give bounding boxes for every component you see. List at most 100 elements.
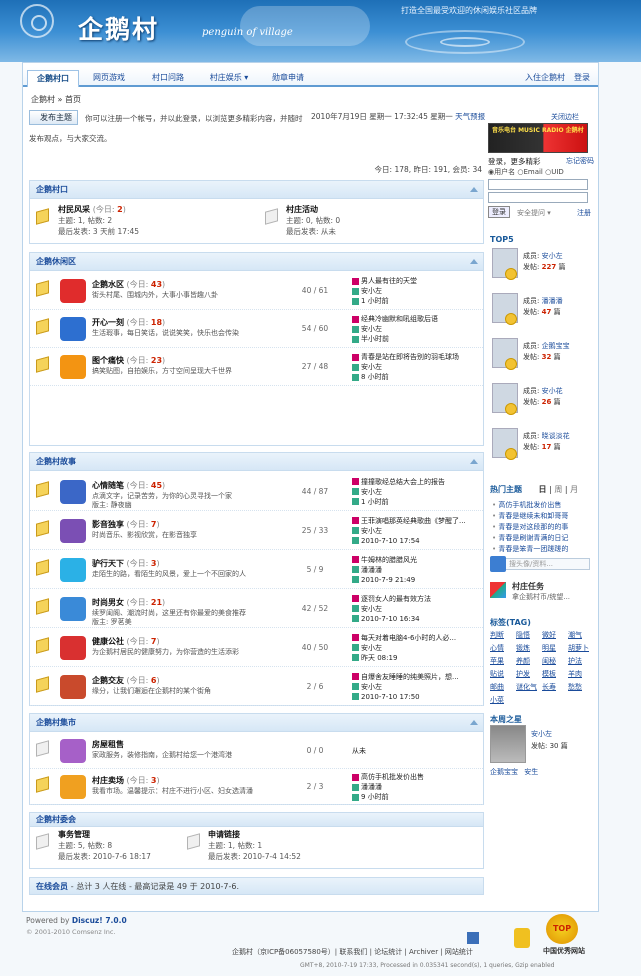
- hot-topic[interactable]: 青春是笨青一团蹉蹉的: [492, 544, 568, 555]
- forum-name[interactable]: 村庄活动: [286, 204, 506, 215]
- last-post-user[interactable]: 安小左: [352, 487, 445, 497]
- tag-link[interactable]: 胡萝卜: [568, 643, 589, 653]
- last-post-user[interactable]: 安小左: [352, 286, 417, 296]
- site-logo[interactable]: 企鹅村: [78, 10, 159, 46]
- close-sidebar-link[interactable]: 关闭边栏: [551, 112, 579, 122]
- section-title[interactable]: 企鹅休闲区: [30, 253, 483, 271]
- join-link[interactable]: 入住企鹅村: [523, 70, 567, 87]
- star-foot-link[interactable]: 安生: [524, 768, 538, 776]
- task-title[interactable]: 村庄任务: [512, 581, 544, 592]
- register-link[interactable]: 注册: [577, 208, 591, 218]
- hot-topic[interactable]: 青春是继续未和卸哥哥: [492, 511, 568, 522]
- star-foot-link[interactable]: 企鹅宝宝: [490, 768, 518, 776]
- tag-link[interactable]: 锻炼: [516, 643, 530, 653]
- tab-village-help[interactable]: 村口问路: [143, 70, 193, 87]
- forum-name[interactable]: 企鹅交友 (今日: 6): [92, 675, 160, 686]
- tag-link[interactable]: 养颜: [516, 656, 530, 666]
- collapse-icon[interactable]: [470, 720, 478, 725]
- last-post-user[interactable]: 安小左: [352, 643, 456, 653]
- forum-name[interactable]: 村民风采 (今日: 2): [58, 204, 278, 215]
- last-post-user[interactable]: 安小左: [352, 682, 459, 692]
- online-bar[interactable]: 在线会员 - 总计 3 人在线 - 最高记录是 49 于 2010-7-6.: [29, 877, 484, 895]
- star-avatar[interactable]: [490, 725, 526, 763]
- collapse-icon[interactable]: [470, 259, 478, 264]
- tag-link[interactable]: 邮曲: [490, 682, 504, 692]
- hot-tab-day[interactable]: 日: [539, 485, 547, 494]
- forum-name[interactable]: 图个痛快 (今日: 23): [92, 355, 165, 366]
- hot-topic[interactable]: 青春是对这段那的的事: [492, 522, 568, 533]
- tag-link[interactable]: 小菜: [490, 695, 504, 705]
- tag-link[interactable]: 判断: [490, 630, 504, 640]
- tab-web-games[interactable]: 网页游戏: [85, 70, 133, 87]
- tag-link[interactable]: 隐悟: [516, 630, 530, 640]
- section-title[interactable]: 企鹅村口: [30, 181, 483, 199]
- last-post-title[interactable]: 牛姆林的腊腊风光: [352, 555, 417, 565]
- top5-user-link[interactable]: 安小左: [542, 252, 563, 260]
- tag-link[interactable]: 心情: [490, 643, 504, 653]
- forgot-password-link[interactable]: 忘记密码: [566, 156, 594, 166]
- weather-link[interactable]: 天气预报: [455, 112, 485, 121]
- tag-link[interactable]: 闺秘: [542, 656, 556, 666]
- tag-link[interactable]: 明星: [542, 643, 556, 653]
- tag-link[interactable]: 长寿: [542, 682, 556, 692]
- tab-village-fun[interactable]: 村庄娱乐 ▾: [201, 70, 257, 87]
- tab-medal-apply[interactable]: 勋章申请: [263, 70, 313, 87]
- top5-user-link[interactable]: 潘潘潘: [542, 297, 563, 305]
- radio-email[interactable]: ○Email: [517, 168, 543, 176]
- forum-name[interactable]: 申请链接: [208, 829, 428, 840]
- tag-link[interactable]: 潮气: [568, 630, 582, 640]
- collapse-icon[interactable]: [470, 459, 478, 464]
- section-title[interactable]: 企鹅村委会: [30, 813, 483, 827]
- username-input[interactable]: [488, 179, 588, 190]
- top5-user-link[interactable]: 企鹅宝宝: [542, 342, 570, 350]
- last-post-title[interactable]: 男人最有往的天堂: [352, 276, 417, 286]
- last-post-user[interactable]: 安小左: [352, 604, 431, 614]
- tag-link[interactable]: 护法: [568, 656, 582, 666]
- last-post-title[interactable]: 高仿手机批发价出售: [352, 772, 424, 782]
- forum-name[interactable]: 影音独享 (今日: 7): [92, 519, 160, 530]
- discuz-version[interactable]: Discuz! 7.0.0: [72, 916, 127, 925]
- star-name[interactable]: 安小左: [531, 729, 552, 739]
- forum-name[interactable]: 时尚男女 (今日: 21): [92, 597, 165, 608]
- login-button[interactable]: 登录: [488, 206, 510, 218]
- music-radio-banner[interactable]: 音乐电台 MUSIC RADIO 企鹅村: [488, 123, 588, 153]
- footer-links[interactable]: 企鹅村（京ICP备06057580号）| 联系我们 | 论坛统计 | Archi…: [232, 947, 473, 957]
- login-link[interactable]: 登录: [570, 70, 594, 87]
- password-input[interactable]: [488, 192, 588, 203]
- last-post-user[interactable]: 潘潘潘: [352, 565, 417, 575]
- last-post-user[interactable]: 安小左: [352, 362, 459, 372]
- tag-link[interactable]: 模板: [542, 669, 556, 679]
- last-post-title[interactable]: 自爆舍友睡睡的纯美照片，想...: [352, 672, 459, 682]
- tag-link[interactable]: 羊肉: [568, 669, 582, 679]
- last-post-user[interactable]: 安小左: [352, 324, 438, 334]
- security-question-select[interactable]: 安全提问 ▾: [517, 208, 551, 218]
- collapse-icon[interactable]: [470, 187, 478, 192]
- last-post-title[interactable]: 撞撞歌经总结大会上的报告: [352, 477, 445, 487]
- new-topic-button[interactable]: 发布主题: [29, 110, 78, 125]
- forum-name[interactable]: 村庄卖场 (今日: 3): [92, 775, 160, 786]
- top5-user-link[interactable]: 安小花: [542, 387, 563, 395]
- radio-uid[interactable]: ○UID: [545, 168, 564, 176]
- hot-topic[interactable]: 高仿手机批发价出售: [492, 500, 568, 511]
- radio-username[interactable]: ◉用户名: [488, 168, 515, 176]
- forum-name[interactable]: 驴行天下 (今日: 3): [92, 558, 160, 569]
- tag-link[interactable]: 愁愁: [568, 682, 582, 692]
- forum-name[interactable]: 房屋租售: [92, 739, 124, 750]
- last-post-user[interactable]: 潘潘潘: [352, 782, 424, 792]
- tag-link[interactable]: 微好: [542, 630, 556, 640]
- last-post-title[interactable]: 青春是站在即将告别的羽毛球场: [352, 352, 459, 362]
- forum-name[interactable]: 企鹅水区 (今日: 43): [92, 279, 165, 290]
- hot-tab-month[interactable]: 月: [570, 485, 578, 494]
- last-post-user[interactable]: 安小左: [352, 526, 466, 536]
- last-post-title[interactable]: 逐罚女人的最有效方法: [352, 594, 431, 604]
- tag-link[interactable]: 谜化气: [516, 682, 537, 692]
- last-post-title[interactable]: 王菲演唱那英经典歌曲《梦醒了...: [352, 516, 466, 526]
- forum-name[interactable]: 心情随笔 (今日: 45): [92, 480, 165, 491]
- tag-link[interactable]: 苹果: [490, 656, 504, 666]
- last-post-title[interactable]: 每天对着电脑4-6小时的人必...: [352, 633, 456, 643]
- section-title[interactable]: 企鹅村故事: [30, 453, 483, 471]
- top5-user-link[interactable]: 晓谈淡花: [542, 432, 570, 440]
- hot-tab-week[interactable]: 周: [554, 485, 562, 494]
- last-post-title[interactable]: 经典冷幽默和吼组歌后语: [352, 314, 438, 324]
- tab-village-gate[interactable]: 企鹅村口: [27, 70, 79, 87]
